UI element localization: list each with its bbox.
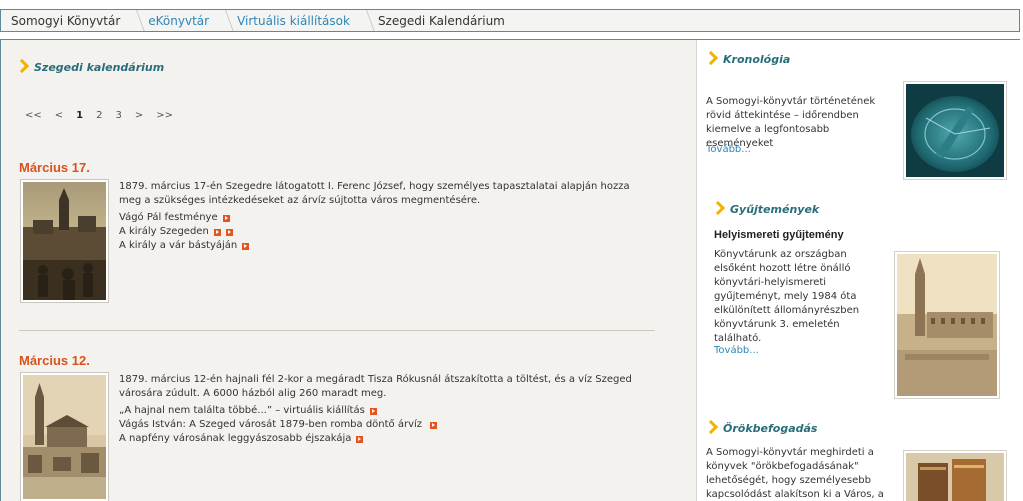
arrow-right-icon[interactable] [225,228,233,236]
breadcrumb-current: Szegedi Kalendárium [377,13,505,28]
chronology-more-link[interactable]: Tovább... [706,144,751,155]
pager-page-2[interactable]: 2 [96,110,102,121]
entry-link[interactable]: A napfény városának leggyászosabb éjszak… [119,432,437,446]
entry-description: 1879. március 17-én Szegedre látogatott … [119,181,630,206]
pager-page-3[interactable]: 3 [116,110,122,121]
breadcrumb-home[interactable]: Somogyi Könyvtár [1,10,138,31]
chevron-right-icon [17,60,25,74]
entry-image[interactable] [20,179,109,303]
pager-next[interactable]: > [135,110,143,121]
entry-link-label[interactable]: A napfény városának leggyászosabb éjszak… [119,432,351,446]
collections-title[interactable]: Gyűjtemények [713,202,819,216]
breadcrumb: Somogyi Könyvtár eKönyvtár Virtuális kiá… [0,9,1020,32]
pager-prev[interactable]: < [55,110,63,121]
arrow-right-icon[interactable] [430,421,438,429]
main-column: Szegedi kalendárium << < 1 2 3 > >> Márc… [1,40,697,501]
adoption-image[interactable] [903,450,1007,501]
pager-last[interactable]: >> [156,110,173,121]
adoption-text: A Somogyi-könyvtár meghirdeti a könyvek … [706,447,884,500]
entry-link[interactable]: A király Szegeden [119,225,249,239]
entry-description: 1879. március 12-én hajnali fél 2-kor a … [119,374,632,399]
collections-subtitle[interactable]: Helyismereti gyűjtemény [714,229,844,241]
entry-image[interactable] [20,372,109,501]
pager-page-1[interactable]: 1 [76,110,83,121]
arrow-right-icon[interactable] [242,242,250,250]
breadcrumb-virtual-exhibitions[interactable]: Virtuális kiállítások [227,10,368,31]
divider [19,330,655,331]
entry-link-label[interactable]: Vágás István: A Szeged városát 1879-ben … [119,418,422,432]
adoption-title-text[interactable]: Örökbefogadás [723,422,817,435]
entry-link[interactable]: „A hajnal nem találta többé...” – virtuá… [119,404,437,418]
chronology-title-text[interactable]: Kronológia [723,53,790,66]
pager-first[interactable]: << [25,110,42,121]
collections-image[interactable] [894,251,1000,399]
entry-date: Március 12. [19,353,90,368]
chevron-right-icon [706,52,714,66]
chronology-image[interactable] [903,81,1007,180]
chronology-text: A Somogyi-könyvtár történetének rövid át… [706,96,876,149]
chronology-title[interactable]: Kronológia [706,52,790,66]
arrow-right-icon[interactable] [213,228,221,236]
entry-link-label[interactable]: Vágó Pál festménye [119,211,218,225]
collections-text: Könyvtárunk az országban elsőként hozott… [714,249,860,344]
pagination: << < 1 2 3 > >> [25,110,186,121]
content-frame: Szegedi kalendárium << < 1 2 3 > >> Márc… [0,39,1020,501]
entry-date: Március 17. [19,160,90,175]
chevron-right-icon [713,202,721,216]
entry-link-label[interactable]: A király a vár bástyáján [119,239,237,253]
entry-link[interactable]: Vágó Pál festménye [119,211,249,225]
arrow-right-icon[interactable] [356,435,364,443]
page-title: Szegedi kalendárium [17,60,164,74]
chevron-right-icon [706,421,714,435]
page-title-text: Szegedi kalendárium [34,60,165,74]
arrow-right-icon[interactable] [369,407,377,415]
entry-link-label[interactable]: „A hajnal nem találta többé...” – virtuá… [119,404,365,418]
entry-link[interactable]: A király a vár bástyáján [119,239,250,253]
entry-link[interactable]: Vágás István: A Szeged városát 1879-ben … [119,418,438,432]
breadcrumb-ekonyvtar[interactable]: eKönyvtár [138,10,227,31]
collections-more-link[interactable]: Tovább... [714,345,759,356]
entry-link-label[interactable]: A király Szegeden [119,225,209,239]
sidebar: Kronológia A Somogyi-könyvtár történetén… [698,40,1020,501]
entry-links: Vágó Pál festménye A király Szegeden A k… [119,211,250,253]
adoption-title[interactable]: Örökbefogadás [706,421,817,435]
entry-links: „A hajnal nem találta többé...” – virtuá… [119,404,438,446]
collections-title-text[interactable]: Gyűjtemények [730,203,819,216]
arrow-right-icon[interactable] [222,214,230,222]
